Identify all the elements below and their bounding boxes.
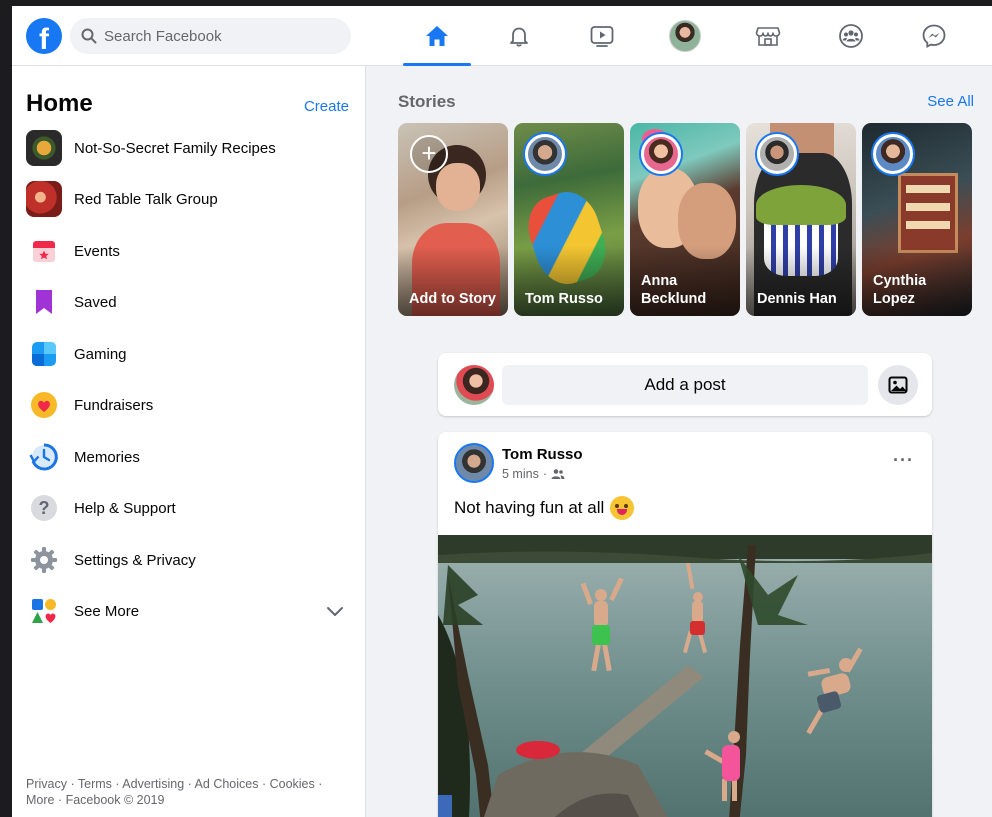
story-anna-becklund[interactable]: Anna Becklund bbox=[630, 123, 740, 316]
svg-text:?: ? bbox=[39, 498, 50, 518]
marketplace-icon bbox=[755, 27, 781, 46]
sidebar-item-label: See More bbox=[74, 602, 140, 620]
sidebar-item-label: Memories bbox=[74, 448, 140, 466]
bell-icon bbox=[510, 27, 528, 47]
nav-marketplace[interactable] bbox=[728, 6, 808, 66]
stories-title: Stories bbox=[398, 92, 456, 111]
add-photo-button[interactable] bbox=[878, 365, 918, 405]
bookmark-icon bbox=[36, 290, 52, 314]
sidebar-item-label: Red Table Talk Group bbox=[74, 190, 218, 208]
search-input[interactable] bbox=[104, 18, 344, 54]
story-add[interactable]: + Add to Story bbox=[398, 123, 508, 316]
story-name: Cynthia Lopez bbox=[873, 273, 927, 307]
messenger-icon bbox=[922, 24, 946, 49]
calendar-icon bbox=[33, 241, 55, 262]
sidebar-item-label: Not-So-Secret Family Recipes bbox=[74, 139, 276, 157]
home-icon bbox=[426, 26, 448, 46]
gaming-icon bbox=[32, 342, 56, 366]
heart-coin-icon bbox=[31, 392, 57, 418]
sidebar-item-label: Help & Support bbox=[74, 499, 176, 517]
friends-audience-icon bbox=[551, 469, 565, 479]
post-photo[interactable] bbox=[438, 535, 932, 817]
sidebar-item-label: Saved bbox=[74, 293, 117, 311]
create-link[interactable]: Create bbox=[304, 98, 349, 115]
add-post-input[interactable]: Add a post bbox=[502, 365, 868, 405]
nav-notifications[interactable] bbox=[479, 6, 559, 66]
sidebar-item-family-recipes[interactable]: Not-So-Secret Family Recipes bbox=[12, 124, 366, 172]
post-more-options-icon[interactable]: ··· bbox=[893, 450, 914, 471]
gear-icon bbox=[31, 547, 57, 573]
add-story-plus-icon[interactable]: + bbox=[410, 135, 448, 173]
search-box[interactable] bbox=[70, 18, 351, 54]
post-text: Not having fun at all bbox=[454, 496, 635, 520]
story-avatar bbox=[873, 134, 913, 174]
sidebar-item-events[interactable]: Events bbox=[12, 227, 366, 275]
top-bar: f bbox=[12, 6, 992, 66]
composer-avatar bbox=[454, 365, 494, 405]
nav-watch[interactable] bbox=[562, 6, 642, 66]
memories-clock-icon bbox=[29, 443, 58, 471]
nav-home[interactable] bbox=[397, 6, 477, 66]
story-dennis-han[interactable]: Dennis Han bbox=[746, 123, 856, 316]
post-author-name[interactable]: Tom Russo bbox=[502, 446, 583, 463]
story-name: Anna Becklund bbox=[641, 273, 707, 307]
story-tom-russo[interactable]: Tom Russo bbox=[514, 123, 624, 316]
nav-messenger[interactable] bbox=[894, 6, 974, 66]
group-thumbnail bbox=[26, 130, 62, 166]
left-sidebar: Home Create Not-So-Secret Family Recipes… bbox=[12, 66, 366, 817]
sidebar-item-help-support[interactable]: ? Help & Support bbox=[12, 484, 366, 532]
main-feed: Stories See All + Add to Story Tom Russo… bbox=[366, 66, 992, 817]
sidebar-title: Home bbox=[26, 90, 93, 117]
sidebar-item-label: Gaming bbox=[74, 345, 127, 363]
chevron-down-icon[interactable] bbox=[326, 605, 344, 617]
story-name: Dennis Han bbox=[757, 291, 837, 307]
post-timestamp[interactable]: 5 mins bbox=[502, 467, 539, 481]
watch-icon bbox=[590, 26, 614, 47]
feed-post: Tom Russo 5 mins · ··· Not having fun at… bbox=[438, 432, 932, 817]
photo-icon bbox=[888, 376, 908, 394]
sidebar-item-gaming[interactable]: Gaming bbox=[12, 330, 366, 378]
groups-icon bbox=[839, 24, 863, 48]
sidebar-item-memories[interactable]: Memories bbox=[12, 433, 366, 481]
story-name: Tom Russo bbox=[525, 291, 603, 307]
sidebar-item-fundraisers[interactable]: Fundraisers bbox=[12, 381, 366, 429]
sidebar-item-settings-privacy[interactable]: Settings & Privacy bbox=[12, 536, 366, 584]
post-text-body: Not having fun at all bbox=[454, 498, 605, 517]
tongue-emoji-icon bbox=[610, 496, 635, 520]
help-icon: ? bbox=[31, 495, 57, 521]
story-avatar bbox=[641, 134, 681, 174]
shapes-icon bbox=[32, 599, 56, 623]
see-all-link[interactable]: See All bbox=[927, 93, 974, 110]
sidebar-item-saved[interactable]: Saved bbox=[12, 278, 366, 326]
post-author-avatar[interactable] bbox=[454, 443, 494, 483]
nav-profile[interactable] bbox=[645, 6, 725, 66]
sidebar-item-label: Settings & Privacy bbox=[74, 551, 196, 569]
facebook-window: f Home Create Not-S bbox=[12, 6, 992, 817]
sidebar-item-label: Fundraisers bbox=[74, 396, 154, 414]
facebook-logo-icon[interactable]: f bbox=[26, 18, 62, 54]
footer-links[interactable]: Privacy · Terms · Advertising · Ad Choic… bbox=[26, 776, 346, 808]
sidebar-item-see-more[interactable]: See More bbox=[12, 587, 366, 635]
post-composer: Add a post bbox=[438, 353, 932, 416]
profile-avatar bbox=[669, 20, 701, 52]
story-avatar bbox=[757, 134, 797, 174]
post-meta: 5 mins · bbox=[502, 467, 565, 481]
story-cynthia-lopez[interactable]: Cynthia Lopez bbox=[862, 123, 972, 316]
nav-groups[interactable] bbox=[811, 6, 891, 66]
sidebar-item-label: Events bbox=[74, 242, 120, 260]
sidebar-item-red-table-talk[interactable]: Red Table Talk Group bbox=[12, 175, 366, 223]
story-name: Add to Story bbox=[409, 291, 496, 307]
search-icon bbox=[81, 28, 97, 44]
story-avatar bbox=[525, 134, 565, 174]
group-thumbnail bbox=[26, 181, 62, 217]
